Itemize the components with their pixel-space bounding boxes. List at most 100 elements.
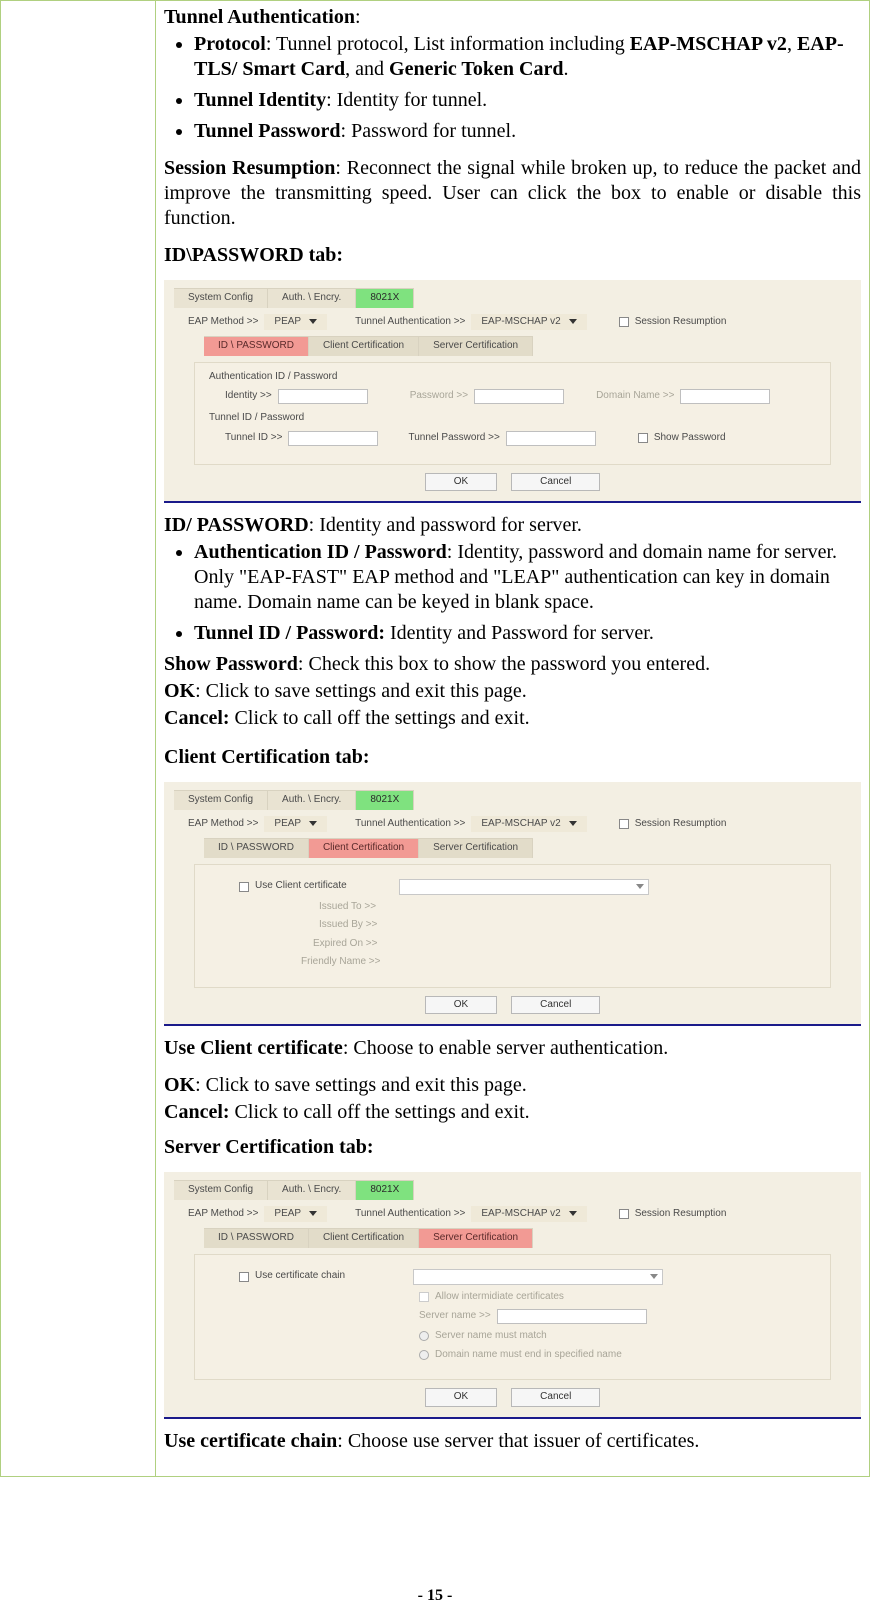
use-client-cert-line: Use Client certificate: Choose to enable… xyxy=(164,1036,861,1061)
caret-icon xyxy=(569,1211,577,1216)
tunnel-pw-input[interactable] xyxy=(506,431,596,446)
protocol-sep2: , and xyxy=(345,58,389,80)
server-name-match-radio[interactable] xyxy=(419,1331,429,1341)
tunnel-auth-dropdown[interactable]: EAP-MSCHAP v2 xyxy=(471,816,586,833)
tunnel-id-label: Tunnel ID >> xyxy=(225,432,282,445)
tab-system-config[interactable]: System Config xyxy=(174,1180,268,1200)
show-password-checkbox[interactable] xyxy=(638,433,648,443)
eap-method-dropdown[interactable]: PEAP xyxy=(264,1206,327,1223)
ok-label: OK xyxy=(164,680,195,702)
use-cert-chain-line: Use certificate chain: Choose use server… xyxy=(164,1429,861,1454)
subtab-idpwd[interactable]: ID \ PASSWORD xyxy=(204,336,309,356)
use-client-cert-checkbox[interactable] xyxy=(239,882,249,892)
subtab-server-cert[interactable]: Server Certification xyxy=(419,838,533,858)
ss1-panel: Authentication ID / Password Identity >>… xyxy=(194,362,831,465)
caret-icon xyxy=(650,1274,658,1279)
idpwd-tab-heading: ID\PASSWORD tab: xyxy=(164,243,861,268)
tunnel-auth-label2: Tunnel Authentication >> xyxy=(355,818,465,831)
tab-8021x[interactable]: 8021X xyxy=(356,790,414,810)
cancel-line: Cancel: Click to call off the settings a… xyxy=(164,706,861,731)
allow-intermediate-checkbox[interactable] xyxy=(419,1292,429,1302)
tab-system-config[interactable]: System Config xyxy=(174,288,268,308)
ok-button[interactable]: OK xyxy=(425,1388,497,1407)
subtab-server-cert[interactable]: Server Certification xyxy=(419,336,533,356)
eap-method-value: PEAP xyxy=(274,818,301,831)
opt2-label: Domain name must end in specified name xyxy=(435,1349,622,1362)
issued-by-label: Issued By >> xyxy=(319,919,377,932)
eap-method-label: EAP Method >> xyxy=(188,1208,258,1221)
identity-input[interactable] xyxy=(278,389,368,404)
subtab-idpwd[interactable]: ID \ PASSWORD xyxy=(204,838,309,858)
tunnel-auth-dropdown[interactable]: EAP-MSCHAP v2 xyxy=(471,1206,586,1223)
session-resumption-chk-label: Session Resumption xyxy=(635,316,727,329)
auth-id-label: Authentication ID / Password xyxy=(194,541,447,563)
use-cert-chain-checkbox[interactable] xyxy=(239,1272,249,1282)
server-name-input[interactable] xyxy=(497,1309,647,1324)
left-column xyxy=(1,1,156,1477)
screenshot-idpwd: System Config Auth. \ Encry. 8021X EAP M… xyxy=(164,280,861,503)
content-area: Tunnel Authentication: Protocol: Tunnel … xyxy=(164,5,861,1454)
eap-method-value: PEAP xyxy=(274,1208,301,1221)
tunnel-id-heading: Tunnel ID / Password xyxy=(209,412,816,425)
domain-label: Domain Name >> xyxy=(596,390,674,403)
tunnel-id-label2: Tunnel ID / Password: xyxy=(194,622,385,644)
client-cert-select[interactable] xyxy=(399,879,649,895)
subtab-client-cert[interactable]: Client Certification xyxy=(309,1228,419,1248)
ss1-subtabs: ID \ PASSWORD Client Certification Serve… xyxy=(204,336,851,356)
tunnel-auth-label2: Tunnel Authentication >> xyxy=(355,316,465,329)
right-column: Tunnel Authentication: Protocol: Tunnel … xyxy=(156,1,870,1477)
tunnel-id-input[interactable] xyxy=(288,431,378,446)
tab-auth-encry[interactable]: Auth. \ Encry. xyxy=(268,790,356,810)
tab-auth-encry[interactable]: Auth. \ Encry. xyxy=(268,288,356,308)
ok-button[interactable]: OK xyxy=(425,473,497,492)
cert-chain-select[interactable] xyxy=(413,1269,663,1285)
protocol-sep1: , xyxy=(787,33,797,55)
domain-end-radio[interactable] xyxy=(419,1350,429,1360)
ss1-buttons: OK Cancel xyxy=(174,473,851,492)
eap-method-dropdown[interactable]: PEAP xyxy=(264,314,327,331)
ok-button[interactable]: OK xyxy=(425,996,497,1015)
cancel-button[interactable]: Cancel xyxy=(511,996,600,1015)
ok2-label: OK xyxy=(164,1074,195,1096)
domain-input[interactable] xyxy=(680,389,770,404)
opt1-row: Server name must match xyxy=(419,1330,816,1343)
session-resumption-checkbox[interactable] xyxy=(619,819,629,829)
ss3-tabs: System Config Auth. \ Encry. 8021X xyxy=(174,1180,851,1200)
idpwd-label: ID/ PASSWORD xyxy=(164,514,309,536)
tunnel-password-label: Tunnel Password xyxy=(194,120,341,142)
use-client-cert-label: Use Client certificate xyxy=(255,880,347,893)
tunnel-pw-label: Tunnel Password >> xyxy=(408,432,499,445)
idpwd-list: Authentication ID / Password: Identity, … xyxy=(164,540,861,646)
cancel-button[interactable]: Cancel xyxy=(511,1388,600,1407)
session-resumption-chk-label: Session Resumption xyxy=(635,818,727,831)
eap-method-dropdown[interactable]: PEAP xyxy=(264,816,327,833)
subtab-server-cert[interactable]: Server Certification xyxy=(419,1228,533,1248)
issued-by-row: Issued By >> xyxy=(319,919,816,932)
caret-icon xyxy=(309,319,317,324)
expired-on-row: Expired On >> xyxy=(313,938,816,951)
idpwd-desc-heading: ID/ PASSWORD: Identity and password for … xyxy=(164,513,861,538)
tab-8021x[interactable]: 8021X xyxy=(356,1180,414,1200)
protocol-label: Protocol xyxy=(194,33,266,55)
cancel2-label: Cancel: xyxy=(164,1101,230,1123)
tunnel-auth-dropdown[interactable]: EAP-MSCHAP v2 xyxy=(471,314,586,331)
ss2-eap-row: EAP Method >> PEAP Tunnel Authentication… xyxy=(188,816,851,833)
tunnel-auth-protocol: Protocol: Tunnel protocol, List informat… xyxy=(194,32,861,82)
subtab-client-cert[interactable]: Client Certification xyxy=(309,838,419,858)
session-resumption-checkbox[interactable] xyxy=(619,1209,629,1219)
ss2-tabs: System Config Auth. \ Encry. 8021X xyxy=(174,790,851,810)
cancel-button[interactable]: Cancel xyxy=(511,473,600,492)
tab-8021x[interactable]: 8021X xyxy=(356,288,414,308)
password-label: Password >> xyxy=(410,390,468,403)
cancel-text: Click to call off the settings and exit. xyxy=(230,707,530,729)
eap-method-label: EAP Method >> xyxy=(188,818,258,831)
page: Tunnel Authentication: Protocol: Tunnel … xyxy=(0,0,870,1605)
caret-icon xyxy=(569,319,577,324)
session-resumption-checkbox[interactable] xyxy=(619,317,629,327)
tab-auth-encry[interactable]: Auth. \ Encry. xyxy=(268,1180,356,1200)
show-pwd-text: : Check this box to show the password yo… xyxy=(298,653,710,675)
subtab-idpwd[interactable]: ID \ PASSWORD xyxy=(204,1228,309,1248)
subtab-client-cert[interactable]: Client Certification xyxy=(309,336,419,356)
password-input[interactable] xyxy=(474,389,564,404)
tab-system-config[interactable]: System Config xyxy=(174,790,268,810)
